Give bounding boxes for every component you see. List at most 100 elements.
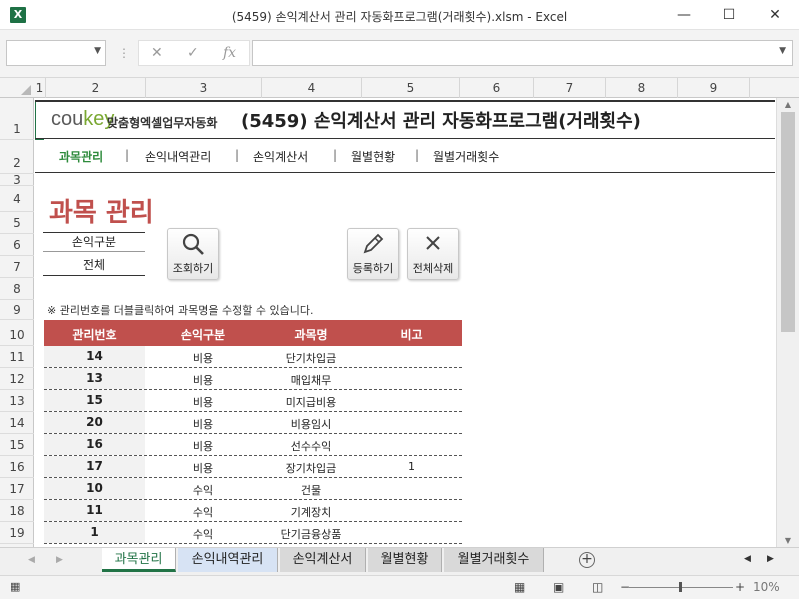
- column-header[interactable]: 8: [606, 78, 678, 98]
- type-cell: 비용: [192, 352, 214, 365]
- name-cell: 단기차입금: [285, 352, 337, 365]
- id-cell[interactable]: 10: [44, 481, 145, 495]
- table-row[interactable]: 15 비용 미지급비용: [44, 390, 462, 412]
- scroll-down-icon[interactable]: ▼: [777, 536, 799, 545]
- row-header[interactable]: 16: [0, 456, 34, 478]
- row-header[interactable]: 13: [0, 390, 34, 412]
- nav-item-monthly[interactable]: 월별현황: [351, 148, 395, 165]
- search-button[interactable]: 조회하기: [167, 228, 219, 280]
- id-cell[interactable]: 14: [44, 349, 145, 363]
- row-header[interactable]: 8: [0, 278, 34, 300]
- zoom-in-button[interactable]: +: [735, 580, 745, 594]
- note-cell: 1: [408, 460, 415, 473]
- row-header[interactable]: 19: [0, 522, 34, 544]
- hscroll-right-icon[interactable]: ▶: [767, 554, 774, 564]
- sheet-tab-subjects[interactable]: 과목관리: [102, 548, 176, 572]
- id-cell[interactable]: 1: [44, 525, 145, 539]
- formula-input[interactable]: ▼: [252, 40, 793, 66]
- selected-cell-outline: [35, 100, 44, 140]
- row-header[interactable]: 5: [0, 212, 34, 234]
- minimize-button[interactable]: —: [661, 0, 707, 30]
- row-header[interactable]: 4: [0, 186, 34, 212]
- nav-separator: |: [235, 148, 240, 162]
- table-row[interactable]: 16 비용 선수수익: [44, 434, 462, 456]
- column-header[interactable]: 5: [362, 78, 460, 98]
- vertical-scrollbar[interactable]: ▲ ▼: [776, 98, 799, 547]
- table-row[interactable]: 11 수익 기계장치: [44, 500, 462, 522]
- column-header[interactable]: 3: [146, 78, 262, 98]
- sheet-tab-pl-entries[interactable]: 손익내역관리: [178, 548, 278, 572]
- column-header[interactable]: 4: [262, 78, 362, 98]
- table-row[interactable]: 17 비용 장기차입금 1: [44, 456, 462, 478]
- tab-scroll-left-icon[interactable]: ◀: [28, 555, 35, 565]
- row-header[interactable]: 11: [0, 346, 34, 368]
- column-header[interactable]: 9: [678, 78, 750, 98]
- insert-function-icon[interactable]: fx: [223, 45, 236, 61]
- page-break-preview-icon[interactable]: ◫: [592, 580, 603, 594]
- formula-bar-grip-icon: ⋮: [118, 46, 130, 60]
- select-all-corner[interactable]: [0, 78, 34, 98]
- hscroll-left-icon[interactable]: ◀: [744, 554, 751, 564]
- id-cell[interactable]: 17: [44, 459, 145, 473]
- row-header[interactable]: 9: [0, 300, 34, 320]
- row-header[interactable]: 18: [0, 500, 34, 522]
- tab-scroll-right-icon[interactable]: ▶: [56, 555, 63, 565]
- column-headers: 1 2 3 4 5 6 7 8 9: [0, 78, 799, 98]
- filter-label: 손익구분: [43, 232, 145, 252]
- column-header[interactable]: 2: [46, 78, 146, 98]
- table-row[interactable]: 1 수익 단기금융상품: [44, 522, 462, 544]
- chevron-down-icon[interactable]: ▼: [94, 46, 101, 56]
- id-cell[interactable]: 13: [44, 371, 145, 385]
- id-cell[interactable]: 20: [44, 415, 145, 429]
- id-cell[interactable]: 15: [44, 393, 145, 407]
- row-header[interactable]: 6: [0, 234, 34, 256]
- enter-icon[interactable]: ✓: [187, 45, 199, 61]
- page-layout-icon[interactable]: ▣: [553, 580, 564, 594]
- row-header[interactable]: 17: [0, 478, 34, 500]
- table-row[interactable]: 10 수익 건물: [44, 478, 462, 500]
- table-row[interactable]: 20 비용 비용임시: [44, 412, 462, 434]
- filter-value-cell[interactable]: 전체: [43, 254, 145, 276]
- expand-formula-bar-icon[interactable]: ▼: [779, 46, 786, 56]
- zoom-level[interactable]: 10%: [753, 580, 780, 594]
- row-header[interactable]: 14: [0, 412, 34, 434]
- row-header[interactable]: 7: [0, 256, 34, 278]
- row-header[interactable]: 2: [0, 140, 34, 174]
- table-header-cell: 손익구분: [180, 328, 226, 342]
- register-button[interactable]: 등록하기: [347, 228, 399, 280]
- row-header[interactable]: 10: [0, 320, 34, 346]
- row-header[interactable]: 1: [0, 98, 34, 140]
- column-header[interactable]: 7: [534, 78, 606, 98]
- cancel-icon[interactable]: ✕: [151, 45, 163, 61]
- nav-item-monthly-count[interactable]: 월별거래횟수: [433, 148, 499, 165]
- table-row[interactable]: 14 비용 단기차입금: [44, 346, 462, 368]
- id-cell[interactable]: 11: [44, 503, 145, 517]
- row-header[interactable]: 15: [0, 434, 34, 456]
- sheet-tab-pl-statement[interactable]: 손익계산서: [280, 548, 366, 572]
- sheet-tab-bar: ◀ ▶ 과목관리 손익내역관리 손익계산서 월별현황 월별거래횟수 + ◀ ▶: [0, 547, 799, 575]
- row-header[interactable]: 12: [0, 368, 34, 390]
- id-cell[interactable]: 16: [44, 437, 145, 451]
- add-sheet-icon[interactable]: +: [579, 552, 595, 568]
- search-button-label: 조회하기: [172, 262, 214, 275]
- name-box[interactable]: ▼: [6, 40, 106, 66]
- maximize-button[interactable]: ☐: [706, 0, 752, 30]
- nav-item-pl-statement[interactable]: 손익계산서: [253, 148, 308, 165]
- zoom-slider-knob[interactable]: [679, 582, 682, 592]
- worksheet[interactable]: coukey 맞춤형엑셀업무자동화 (5459) 손익계산서 관리 자동화프로그…: [35, 98, 775, 547]
- scroll-up-icon[interactable]: ▲: [777, 100, 799, 109]
- column-header[interactable]: 1: [34, 78, 46, 98]
- nav-item-pl-entries[interactable]: 손익내역관리: [145, 148, 211, 165]
- sheet-tab-monthly-count[interactable]: 월별거래횟수: [444, 548, 544, 572]
- scrollbar-thumb[interactable]: [781, 112, 795, 332]
- sheet-tab-monthly[interactable]: 월별현황: [368, 548, 442, 572]
- table-row[interactable]: 13 비용 매입채무: [44, 368, 462, 390]
- type-cell: 비용: [192, 396, 214, 409]
- macro-record-icon[interactable]: ▦: [10, 580, 20, 593]
- close-button[interactable]: ✕: [752, 0, 798, 30]
- column-header[interactable]: 6: [460, 78, 534, 98]
- nav-item-subjects[interactable]: 과목관리: [59, 148, 103, 165]
- normal-view-icon[interactable]: ▦: [514, 580, 525, 594]
- row-header[interactable]: 3: [0, 174, 34, 186]
- delete-all-button[interactable]: 전체삭제: [407, 228, 459, 280]
